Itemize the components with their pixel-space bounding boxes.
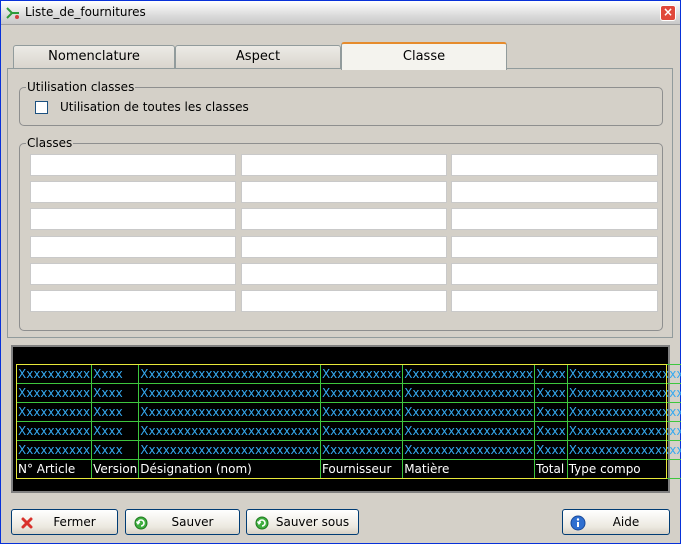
- column-header[interactable]: Matière: [402, 459, 536, 479]
- main-window: Liste_de_fournitures × Nomenclature Aspe…: [0, 0, 681, 544]
- table-cell: Xxxxxxxxxxxxxxxxxxxxxxxxx: [138, 402, 321, 422]
- table-row[interactable]: Xxxxxxxxxx Xxxx Xxxxxxxxxxxxxxxxxxxxxxxxx X…: [15, 421, 681, 441]
- class-cell[interactable]: [30, 262, 236, 285]
- tab-nomenclature[interactable]: Nomenclature: [13, 45, 175, 69]
- table-cell: Xxxxxxxxxxxxxxxxxxxxxxxxx: [138, 364, 321, 384]
- help-button[interactable]: Aide: [562, 509, 670, 535]
- table-cell: Xxxxxxxxxx: [15, 440, 93, 460]
- table-cell: Xxxxxxxxxxx: [319, 421, 404, 441]
- usage-classes-group: Utilisation classes Utilisation de toute…: [19, 80, 663, 126]
- table-cell: Xxxxxxxxxxxxxxxxx: [566, 421, 681, 441]
- table-cell: Xxxx: [91, 421, 140, 441]
- column-header[interactable]: Total: [534, 459, 568, 479]
- table-cell: Xxxxxxxxxxxxxxxxxx: [402, 383, 536, 403]
- class-cell[interactable]: [451, 181, 658, 204]
- table-cell: Xxxxxxxxxx: [15, 383, 93, 403]
- table-cell: Xxxxxxxxxxx: [319, 383, 404, 403]
- table-cell: Xxxxxxxxxxxxxxxxxx: [402, 421, 536, 441]
- table-cell: Xxxx: [534, 402, 568, 422]
- class-cell[interactable]: [30, 290, 236, 312]
- tab-bar: Nomenclature Aspect Classe: [13, 42, 507, 70]
- table-cell: Xxxx: [91, 364, 140, 384]
- use-all-classes-checkbox[interactable]: [35, 101, 48, 114]
- class-cell[interactable]: [241, 154, 447, 176]
- table-cell: Xxxxxxxxxxxxxxxxxx: [402, 364, 536, 384]
- class-cell[interactable]: [241, 181, 447, 204]
- table-cell: Xxxxxxxxxxxxxxxxx: [566, 402, 681, 422]
- class-cell[interactable]: [30, 208, 236, 231]
- column-header[interactable]: Fournisseur: [319, 459, 404, 479]
- column-header[interactable]: Version: [91, 459, 140, 479]
- class-cell[interactable]: [451, 262, 658, 285]
- class-cell[interactable]: [241, 235, 447, 258]
- usage-classes-label: Utilisation classes: [26, 80, 136, 94]
- table-cell: Xxxxxxxxxxx: [319, 402, 404, 422]
- table-cell: Xxxx: [534, 383, 568, 403]
- table-cell: Xxxxxxxxxx: [15, 364, 93, 384]
- component-table-area: Xxxxxxxxxx Xxxx Xxxxxxxxxxxxxxxxxxxxxxxxx X…: [11, 345, 681, 493]
- table-row[interactable]: Xxxxxxxxxx Xxxx Xxxxxxxxxxxxxxxxxxxxxxxxx X…: [15, 383, 681, 403]
- save-button-label: Sauver: [171, 515, 214, 529]
- class-cell[interactable]: [451, 235, 658, 258]
- table-cell: Xxxx: [91, 402, 140, 422]
- tab-aspect[interactable]: Aspect: [175, 45, 341, 69]
- table-header-row: N° Article Version Désignation (nom) Fourni…: [15, 459, 681, 479]
- column-header[interactable]: N° Article: [15, 459, 93, 479]
- table-cell: Xxxxxxxxxxxxxxxxx: [566, 440, 681, 460]
- classes-label: Classes: [26, 136, 74, 150]
- table-cell: Xxxxxxxxxxxxxxxxxxxxxxxxx: [138, 383, 321, 403]
- table-cell: Xxxxxxxxxxx: [319, 364, 404, 384]
- column-header[interactable]: Type compo: [566, 459, 681, 479]
- table-cell: Xxxxxxxxxxx: [319, 440, 404, 460]
- window-title: Liste_de_fournitures: [25, 5, 146, 19]
- close-icon[interactable]: ×: [660, 5, 676, 21]
- help-button-label: Aide: [612, 515, 640, 529]
- class-cell[interactable]: [30, 154, 236, 176]
- table-cell: Xxxx: [91, 383, 140, 403]
- table-cell: Xxxxxxxxxxxxxxxxx: [566, 364, 681, 384]
- table-cell: Xxxxxxxxxxxxxxxxxx: [402, 402, 536, 422]
- class-cell[interactable]: [241, 290, 447, 312]
- table-cell: Xxxx: [534, 440, 568, 460]
- component-table: Xxxxxxxxxx Xxxx Xxxxxxxxxxxxxxxxxxxxxxxxx X…: [15, 364, 681, 479]
- table-row[interactable]: Xxxxxxxxxx Xxxx Xxxxxxxxxxxxxxxxxxxxxxxxx X…: [15, 440, 681, 460]
- close-button-label: Fermer: [53, 515, 96, 529]
- save-button[interactable]: Sauver: [125, 509, 240, 535]
- tab-classe[interactable]: Classe: [341, 42, 507, 70]
- class-cell[interactable]: [30, 235, 236, 258]
- table-row[interactable]: Xxxxxxxxxx Xxxx Xxxxxxxxxxxxxxxxxxxxxxxxx X…: [15, 364, 681, 384]
- table-cell: Xxxxxxxxxx: [15, 421, 93, 441]
- table-cell: Xxxx: [534, 421, 568, 441]
- table-cell: Xxxxxxxxxxxxxxxxxx: [402, 440, 536, 460]
- save-as-button-label: Sauver sous: [275, 515, 350, 529]
- app-icon: [6, 7, 19, 19]
- class-cell[interactable]: [241, 208, 447, 231]
- classes-group: Classes: [19, 136, 663, 331]
- use-all-classes-label: Utilisation de toutes les classes: [60, 100, 249, 114]
- column-header[interactable]: Désignation (nom): [138, 459, 321, 479]
- class-cell[interactable]: [30, 181, 236, 204]
- class-cell[interactable]: [451, 290, 658, 312]
- close-button[interactable]: Fermer: [11, 509, 118, 535]
- table-cell: Xxxxxxxxxxxxxxxxx: [566, 383, 681, 403]
- tab-panel-classe: Utilisation classes Utilisation de toute…: [7, 68, 673, 338]
- table-row[interactable]: Xxxxxxxxxx Xxxx Xxxxxxxxxxxxxxxxxxxxxxxxx X…: [15, 402, 681, 422]
- table-cell: Xxxxxxxxxx: [15, 402, 93, 422]
- class-cell[interactable]: [451, 154, 658, 176]
- table-cell: Xxxxxxxxxxxxxxxxxxxxxxxxx: [138, 421, 321, 441]
- save-as-button[interactable]: Sauver sous: [246, 509, 359, 535]
- title-bar: Liste_de_fournitures ×: [1, 1, 680, 25]
- table-cell: Xxxx: [91, 440, 140, 460]
- table-cell: Xxxxxxxxxxxxxxxxxxxxxxxxx: [138, 440, 321, 460]
- table-cell: Xxxx: [534, 364, 568, 384]
- class-cell[interactable]: [451, 208, 658, 231]
- class-cell[interactable]: [241, 262, 447, 285]
